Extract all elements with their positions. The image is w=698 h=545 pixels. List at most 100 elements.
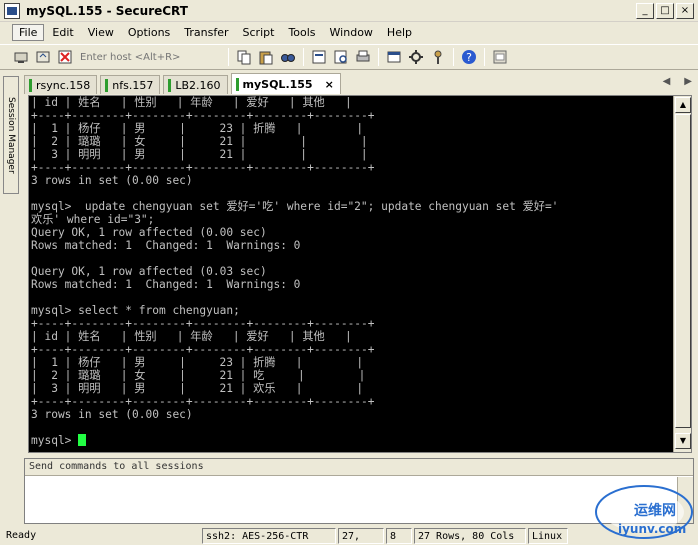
connect-icon[interactable] xyxy=(12,48,30,66)
help-icon[interactable]: ? xyxy=(460,48,478,66)
disconnect-icon[interactable] xyxy=(56,48,74,66)
terminal-line: | 3 | 明明 | 男 | 21 | 欢乐 | | xyxy=(31,382,364,395)
menu-tools[interactable]: Tools xyxy=(282,25,321,40)
menu-script[interactable]: Script xyxy=(237,25,281,40)
paste-icon[interactable] xyxy=(257,48,275,66)
terminal-line: mysql> xyxy=(31,434,671,447)
window-controls: _ □ × xyxy=(636,3,694,19)
terminal-line: mysql> update chengyuan set 爱好='吃' where… xyxy=(31,200,559,213)
terminal-line: | id | 姓名 | 性别 | 年龄 | 爱好 | 其他 | xyxy=(31,330,352,343)
toolbar: ? xyxy=(0,44,698,70)
terminal-line: | 1 | 杨仔 | 男 | 23 | 折腾 | | xyxy=(31,122,364,135)
tab-lb2-160[interactable]: LB2.160 xyxy=(163,75,228,94)
scroll-up-icon[interactable]: ▲ xyxy=(675,97,691,113)
toolbar-separator xyxy=(303,48,304,66)
title-bar: mySQL.155 - SecureCRT _ □ × xyxy=(0,0,698,22)
toolbar-separator xyxy=(378,48,379,66)
session-options-icon[interactable] xyxy=(385,48,403,66)
tab-navigation: ◀ ▶ xyxy=(663,76,692,87)
svg-text:?: ? xyxy=(466,51,472,64)
tab-label: nfs.157 xyxy=(112,78,154,92)
menu-help[interactable]: Help xyxy=(381,25,418,40)
menu-edit[interactable]: Edit xyxy=(46,25,79,40)
status-protocol: ssh2: AES-256-CTR xyxy=(202,527,336,544)
watermark-text: 运维网 xyxy=(634,503,676,519)
terminal-line: Rows matched: 1 Changed: 1 Warnings: 0 xyxy=(31,278,301,291)
tab-label: mySQL.155 xyxy=(242,77,313,91)
terminal-output[interactable]: | id | 姓名 | 性别 | 年龄 | 爱好 | 其他 | +----+---… xyxy=(31,96,671,452)
tab-prev-icon[interactable]: ◀ xyxy=(663,76,671,87)
tab-status-marker xyxy=(29,78,32,92)
terminal-line: +----+--------+--------+--------+-------… xyxy=(31,317,375,330)
scroll-down-icon[interactable]: ▼ xyxy=(675,433,691,449)
tab-status-marker xyxy=(105,78,109,92)
session-manager-tab[interactable]: Session Manager xyxy=(3,76,19,194)
menu-options[interactable]: Options xyxy=(122,25,176,40)
watermark-url: iyunv.com xyxy=(618,522,687,536)
toolbar-separator xyxy=(484,48,485,66)
menu-view[interactable]: View xyxy=(82,25,120,40)
menu-transfer[interactable]: Transfer xyxy=(178,25,234,40)
sftp-icon[interactable] xyxy=(491,48,509,66)
terminal-line: | 1 | 杨仔 | 男 | 23 | 折腾 | | xyxy=(31,356,364,369)
terminal-line: | 2 | 璐璐 | 女 | 21 | | | xyxy=(31,135,368,148)
terminal-line: 欢乐' where id="3"; xyxy=(31,213,155,226)
status-row: 27, xyxy=(338,527,384,544)
tab-close-icon[interactable]: × xyxy=(325,78,334,91)
tab-nfs-157[interactable]: nfs.157 xyxy=(100,75,161,94)
copy-icon[interactable] xyxy=(235,48,253,66)
app-icon xyxy=(4,2,20,19)
tab-status-marker xyxy=(168,78,172,92)
find-icon[interactable] xyxy=(279,48,297,66)
terminal-line: 3 rows in set (0.00 sec) xyxy=(31,174,193,187)
status-ready: Ready xyxy=(6,529,37,541)
tab-next-icon[interactable]: ▶ xyxy=(684,76,692,87)
session-tab-bar: rsync.158 nfs.157 LB2.160 mySQL.155 × ◀ … xyxy=(24,72,698,94)
scrollbar-thumb[interactable] xyxy=(675,114,691,428)
terminal-line: +----+--------+--------+--------+-------… xyxy=(31,343,375,356)
terminal-line: Query OK, 1 row affected (0.03 sec) xyxy=(31,265,267,278)
reconnect-icon[interactable] xyxy=(34,48,52,66)
tab-rsync-158[interactable]: rsync.158 xyxy=(24,75,98,94)
tab-label: rsync.158 xyxy=(36,78,91,92)
terminal-line: mysql> select * from chengyuan; xyxy=(31,304,240,317)
terminal-line: | 2 | 璐璐 | 女 | 21 | 吃 | | xyxy=(31,369,366,382)
status-terminal-type: Linux xyxy=(528,527,568,544)
enter-host-input[interactable] xyxy=(80,49,220,65)
toolbar-separator xyxy=(228,48,229,66)
tab-mysql-155[interactable]: mySQL.155 × xyxy=(230,73,341,94)
print-setup-icon[interactable] xyxy=(310,48,328,66)
menu-file[interactable]: File xyxy=(12,24,45,41)
tab-label: LB2.160 xyxy=(175,78,221,92)
terminal-window[interactable]: | id | 姓名 | 性别 | 年龄 | 爱好 | 其他 | +----+---… xyxy=(28,95,692,453)
command-input[interactable] xyxy=(25,477,675,523)
watermark: 运维网 iyunv.com xyxy=(590,470,698,545)
close-button[interactable]: × xyxy=(676,3,694,19)
print-preview-icon[interactable] xyxy=(332,48,350,66)
menu-bar: File Edit View Options Transfer Script T… xyxy=(0,23,698,42)
minimize-button[interactable]: _ xyxy=(636,3,654,19)
toolbar-separator xyxy=(453,48,454,66)
keymap-icon[interactable] xyxy=(429,48,447,66)
terminal-line: +----+--------+--------+--------+-------… xyxy=(31,395,375,408)
terminal-cursor xyxy=(78,434,87,446)
status-col: 8 xyxy=(386,527,412,544)
terminal-line: +----+--------+--------+--------+-------… xyxy=(31,161,375,174)
terminal-line: Rows matched: 1 Changed: 1 Warnings: 0 xyxy=(31,239,301,252)
maximize-button[interactable]: □ xyxy=(656,3,674,19)
terminal-scrollbar[interactable]: ▲ ▼ xyxy=(673,96,691,452)
global-options-icon[interactable] xyxy=(407,48,425,66)
terminal-line: | 3 | 明明 | 男 | 21 | | | xyxy=(31,148,368,161)
print-icon[interactable] xyxy=(354,48,372,66)
tab-status-marker xyxy=(235,77,239,91)
terminal-line: 3 rows in set (0.00 sec) xyxy=(31,408,193,421)
terminal-line: Query OK, 1 row affected (0.00 sec) xyxy=(31,226,267,239)
terminal-line: | id | 姓名 | 性别 | 年龄 | 爱好 | 其他 | xyxy=(31,96,352,109)
menu-window[interactable]: Window xyxy=(324,25,379,40)
terminal-line: +----+--------+--------+--------+-------… xyxy=(31,109,375,122)
session-manager-strip: Session Manager xyxy=(0,72,22,452)
